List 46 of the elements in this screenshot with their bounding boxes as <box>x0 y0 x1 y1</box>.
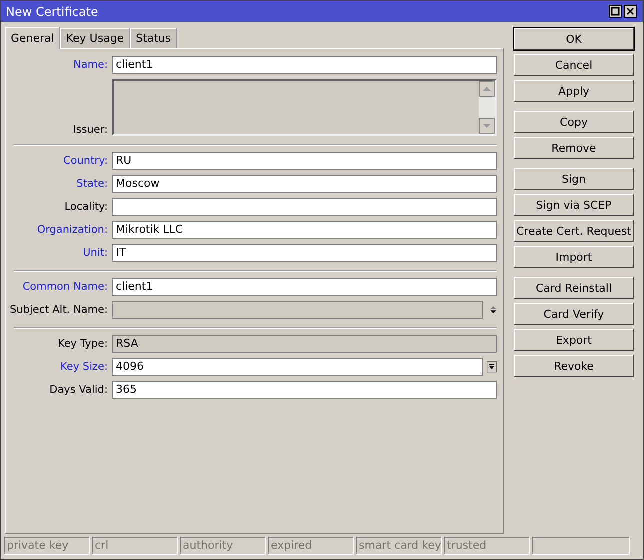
action-button[interactable]: Create Cert. Request <box>514 220 634 242</box>
maximize-icon[interactable] <box>609 5 622 18</box>
action-button[interactable]: OK <box>514 28 634 50</box>
tab[interactable]: Status <box>130 28 178 48</box>
action-button[interactable]: Sign <box>514 168 634 190</box>
action-button[interactable]: Sign via SCEP <box>514 194 634 216</box>
input-field[interactable]: Moscow <box>112 175 497 193</box>
field-label: Key Size: <box>60 361 108 373</box>
action-button[interactable]: Remove <box>514 137 634 159</box>
field-label: Locality: <box>64 201 108 213</box>
action-button[interactable]: Apply <box>514 80 634 102</box>
field-label: Unit: <box>82 247 108 259</box>
field-label: Subject Alt. Name: <box>10 304 108 316</box>
action-button[interactable]: Cancel <box>514 54 634 76</box>
field-label: Issuer: <box>72 124 108 136</box>
field-label: Days Valid: <box>48 384 108 396</box>
input-field[interactable] <box>112 198 497 216</box>
status-indicator: crl <box>92 537 178 555</box>
action-button[interactable]: Card Verify <box>514 303 634 325</box>
field-label: Organization: <box>36 224 108 236</box>
status-indicator: authority <box>180 537 266 555</box>
tab[interactable]: General <box>5 27 60 49</box>
field-label: State: <box>76 178 108 190</box>
input-field[interactable]: 365 <box>112 381 497 399</box>
action-button[interactable]: Export <box>514 329 634 351</box>
action-button[interactable]: Card Reinstall <box>514 277 634 299</box>
action-button[interactable]: Revoke <box>514 355 634 377</box>
status-indicator: expired <box>268 537 354 555</box>
dropdown-field[interactable]: 4096 <box>112 358 483 376</box>
status-indicator: smart card key <box>356 537 442 555</box>
input-field[interactable]: client1 <box>112 278 497 296</box>
input-field[interactable]: client1 <box>112 56 497 74</box>
status-indicator: trusted <box>444 537 530 555</box>
close-icon[interactable] <box>624 5 637 18</box>
input-field[interactable]: RU <box>112 152 497 170</box>
field-label: Key Type: <box>56 338 108 350</box>
field-label: Name: <box>72 59 108 71</box>
input-field[interactable]: IT <box>112 244 497 262</box>
field-label: Common Name: <box>22 281 108 293</box>
status-indicator: private key <box>4 537 90 555</box>
window-title: New Certificate <box>6 4 98 18</box>
tab[interactable]: Key Usage <box>60 28 130 48</box>
action-button[interactable]: Import <box>514 246 634 268</box>
input-field[interactable]: Mikrotik LLC <box>112 221 497 239</box>
field-label: Country: <box>62 155 108 167</box>
action-button[interactable]: Copy <box>514 111 634 133</box>
